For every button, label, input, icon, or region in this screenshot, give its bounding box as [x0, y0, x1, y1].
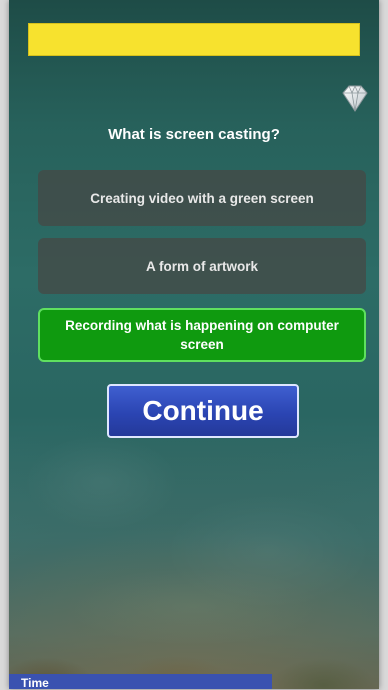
answer-option-2[interactable]: A form of artwork — [38, 238, 366, 294]
progress-bar — [28, 23, 360, 56]
answer-label: Creating video with a green screen — [90, 190, 314, 206]
diamond-icon — [342, 84, 368, 112]
timer-label: Time — [21, 676, 49, 690]
answer-label: A form of artwork — [145, 258, 258, 274]
answer-option-3-correct[interactable]: Recording what is happening on computer … — [38, 308, 366, 362]
continue-button[interactable]: Continue — [107, 384, 299, 438]
question-text: What is screen casting? — [108, 126, 280, 143]
answer-label: Recording what is happening on computer … — [65, 318, 339, 352]
progress-fill — [29, 24, 359, 55]
answer-option-1[interactable]: Creating video with a green screen — [38, 170, 366, 226]
